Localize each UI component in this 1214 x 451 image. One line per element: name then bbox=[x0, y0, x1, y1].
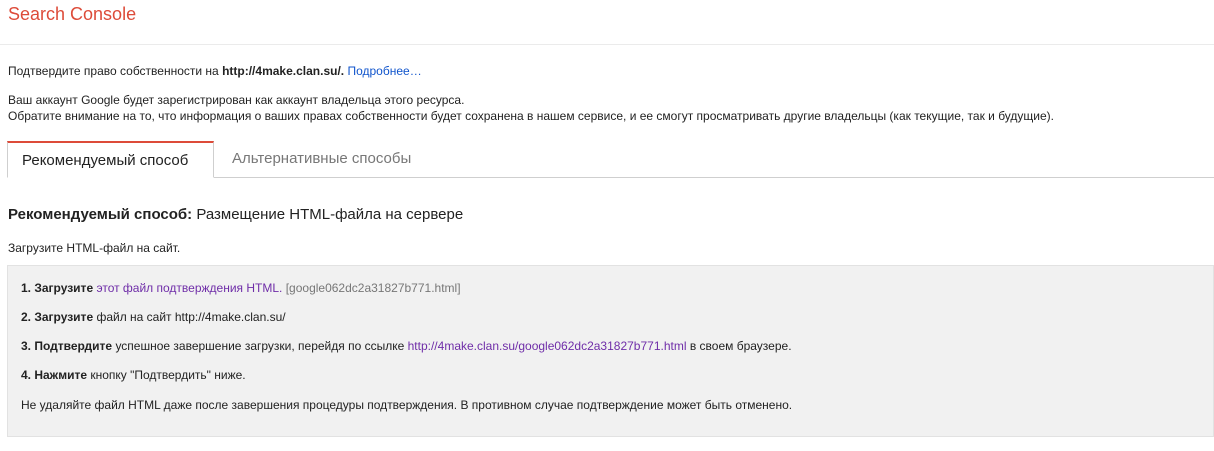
step-2: 2. Загрузите файл на сайт http://4make.c… bbox=[21, 310, 286, 324]
upload-hint: Загрузите HTML-файл на сайт. bbox=[8, 241, 181, 255]
verification-url-link[interactable]: http://4make.clan.su/google062dc2a31827b… bbox=[408, 339, 687, 353]
method-tabs: Рекомендуемый способ Альтернативные спос… bbox=[7, 141, 1214, 178]
account-note-2: Обратите внимание на то, что информация … bbox=[8, 109, 1054, 123]
step-3-text: успешное завершение загрузки, перейдя по… bbox=[112, 339, 408, 353]
verification-file-name: [google062dc2a31827b771.html] bbox=[285, 281, 461, 295]
step-2-label: 2. Загрузите bbox=[21, 310, 94, 324]
account-note-1: Ваш аккаунт Google будет зарегистрирован… bbox=[8, 93, 465, 107]
site-domain: http://4make.clan.su/. bbox=[222, 64, 345, 78]
learn-more-link[interactable]: Подробнее… bbox=[347, 64, 421, 78]
step-4-text: кнопку "Подтвердить" ниже. bbox=[87, 368, 246, 382]
method-heading: Рекомендуемый способ: Размещение HTML-фа… bbox=[8, 206, 463, 223]
step-3-label: 3. Подтвердите bbox=[21, 339, 113, 353]
steps-box: 1. Загрузите этот файл подтверждения HTM… bbox=[7, 265, 1214, 437]
step-3: 3. Подтвердите успешное завершение загру… bbox=[21, 339, 792, 353]
header: Search Console bbox=[0, 0, 1214, 45]
step-3-suffix: в своем браузере. bbox=[686, 339, 792, 353]
download-verification-file-link[interactable]: этот файл подтверждения HTML. bbox=[96, 281, 282, 295]
tab-alternative[interactable]: Альтернативные способы bbox=[218, 141, 425, 177]
method-label: Рекомендуемый способ: bbox=[8, 206, 193, 223]
step-4-label: 4. Нажмите bbox=[21, 368, 87, 382]
step-1-label: 1. Загрузите bbox=[21, 281, 94, 295]
app-title[interactable]: Search Console bbox=[8, 4, 136, 25]
method-value: Размещение HTML-файла на сервере bbox=[192, 206, 464, 223]
ownership-intro: Подтвердите право собственности на http:… bbox=[8, 64, 422, 78]
do-not-delete-note: Не удаляйте файл HTML даже после заверше… bbox=[21, 398, 793, 412]
step-4: 4. Нажмите кнопку "Подтвердить" ниже. bbox=[21, 368, 246, 382]
intro-text: Подтвердите право собственности на bbox=[8, 64, 223, 78]
step-1: 1. Загрузите этот файл подтверждения HTM… bbox=[21, 281, 461, 295]
tab-recommended[interactable]: Рекомендуемый способ bbox=[7, 141, 214, 178]
step-2-text: файл на сайт http://4make.clan.su/ bbox=[93, 310, 286, 324]
